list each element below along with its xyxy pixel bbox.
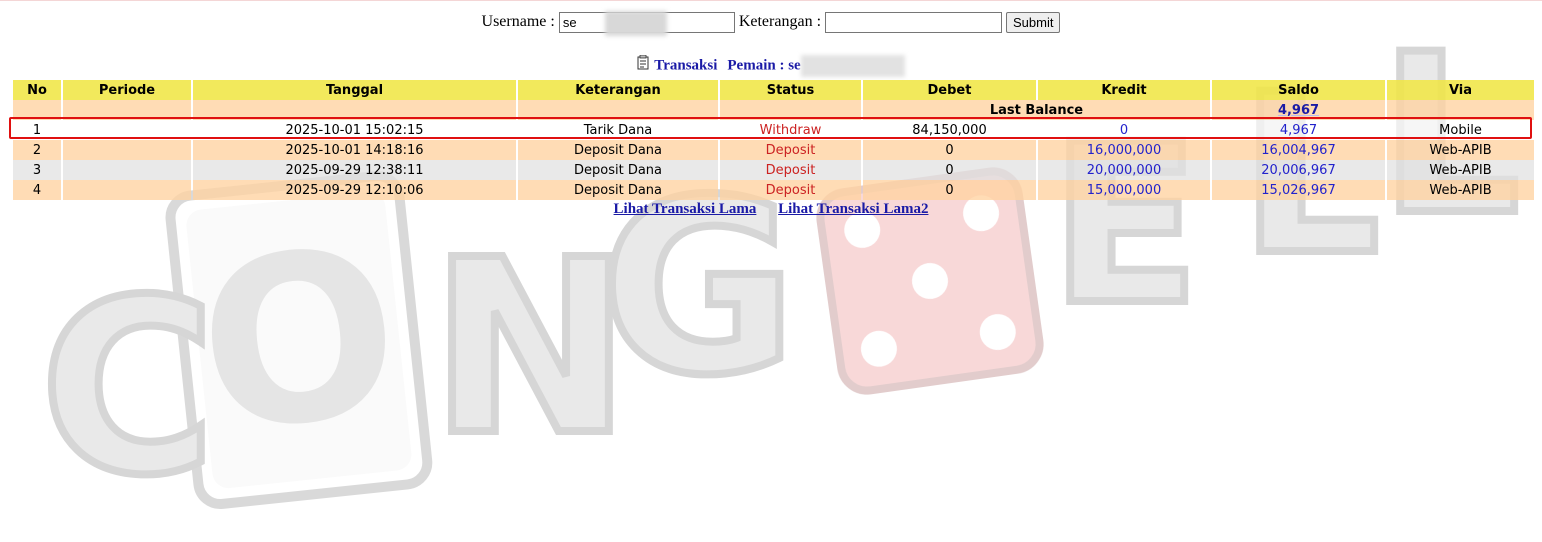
cell-keterangan: Deposit Dana [518,160,718,180]
cell-keterangan: Deposit Dana [518,140,718,160]
cell-debet: 0 [863,180,1036,200]
cell-status: Deposit [720,180,861,200]
cell-via: Web-APIB [1387,140,1534,160]
old-transactions-link[interactable]: Lihat Transaksi Lama [614,201,757,217]
transaction-table: No Periode Tanggal Keterangan Status Deb… [11,80,1536,200]
cell-saldo: 20,006,967 [1212,160,1385,180]
page-title: Transaksi Pemain : se [0,55,1542,77]
svg-text:C: C [40,248,216,528]
cell-no: 4 [13,180,61,200]
row-highlight-box [9,117,1532,139]
cell-tanggal: 2025-09-29 12:38:11 [193,160,516,180]
col-no: No [13,80,61,100]
cell-debet: 0 [863,140,1036,160]
document-icon [637,55,649,70]
col-status: Status [720,80,861,100]
table-row: 3 2025-09-29 12:38:11 Deposit Dana Depos… [13,160,1534,180]
cell-kredit: 20,000,000 [1038,160,1210,180]
table-row: 2 2025-10-01 14:18:16 Deposit Dana Depos… [13,140,1534,160]
username-redaction [604,11,667,36]
cell-periode [63,140,191,160]
col-via: Via [1387,80,1534,100]
cell-no: 2 [13,140,61,160]
old-transactions2-link[interactable]: Lihat Transaksi Lama2 [778,201,928,217]
cell-via: Web-APIB [1387,180,1534,200]
svg-text:O: O [188,199,410,485]
cell-status: Deposit [720,140,861,160]
col-tanggal: Tanggal [193,80,516,100]
cell-via: Web-APIB [1387,160,1534,180]
col-debet: Debet [863,80,1036,100]
submit-button[interactable]: Submit [1006,12,1061,33]
col-keterangan: Keterangan [518,80,718,100]
playing-card-icon: O [165,171,433,510]
pemain-redaction [800,55,905,77]
search-form: Username : Keterangan : Submit [0,11,1542,36]
keterangan-label: Keterangan : [738,13,822,31]
keterangan-field[interactable] [825,12,1003,33]
cell-kredit: 15,000,000 [1038,180,1210,200]
pemain-label: Pemain : se [727,57,801,74]
cell-no: 3 [13,160,61,180]
cell-kredit: 16,000,000 [1038,140,1210,160]
username-label: Username : [481,13,555,31]
cell-saldo: 16,004,967 [1212,140,1385,160]
col-kredit: Kredit [1038,80,1210,100]
col-periode: Periode [63,80,191,100]
cell-status: Deposit [720,160,861,180]
cell-saldo: 15,026,967 [1212,180,1385,200]
cell-tanggal: 2025-09-29 12:10:06 [193,180,516,200]
cell-keterangan: Deposit Dana [518,180,718,200]
cell-debet: 0 [863,160,1036,180]
table-header-row: No Periode Tanggal Keterangan Status Deb… [13,80,1534,100]
table-row: 4 2025-09-29 12:10:06 Deposit Dana Depos… [13,180,1534,200]
transaksi-title: Transaksi [654,57,718,74]
cell-periode [63,160,191,180]
cell-tanggal: 2025-10-01 14:18:16 [193,140,516,160]
svg-text:N: N [430,208,631,488]
col-saldo: Saldo [1212,80,1385,100]
history-links: Lihat Transaksi Lama Lihat Transaksi Lam… [0,201,1542,218]
cell-periode [63,180,191,200]
